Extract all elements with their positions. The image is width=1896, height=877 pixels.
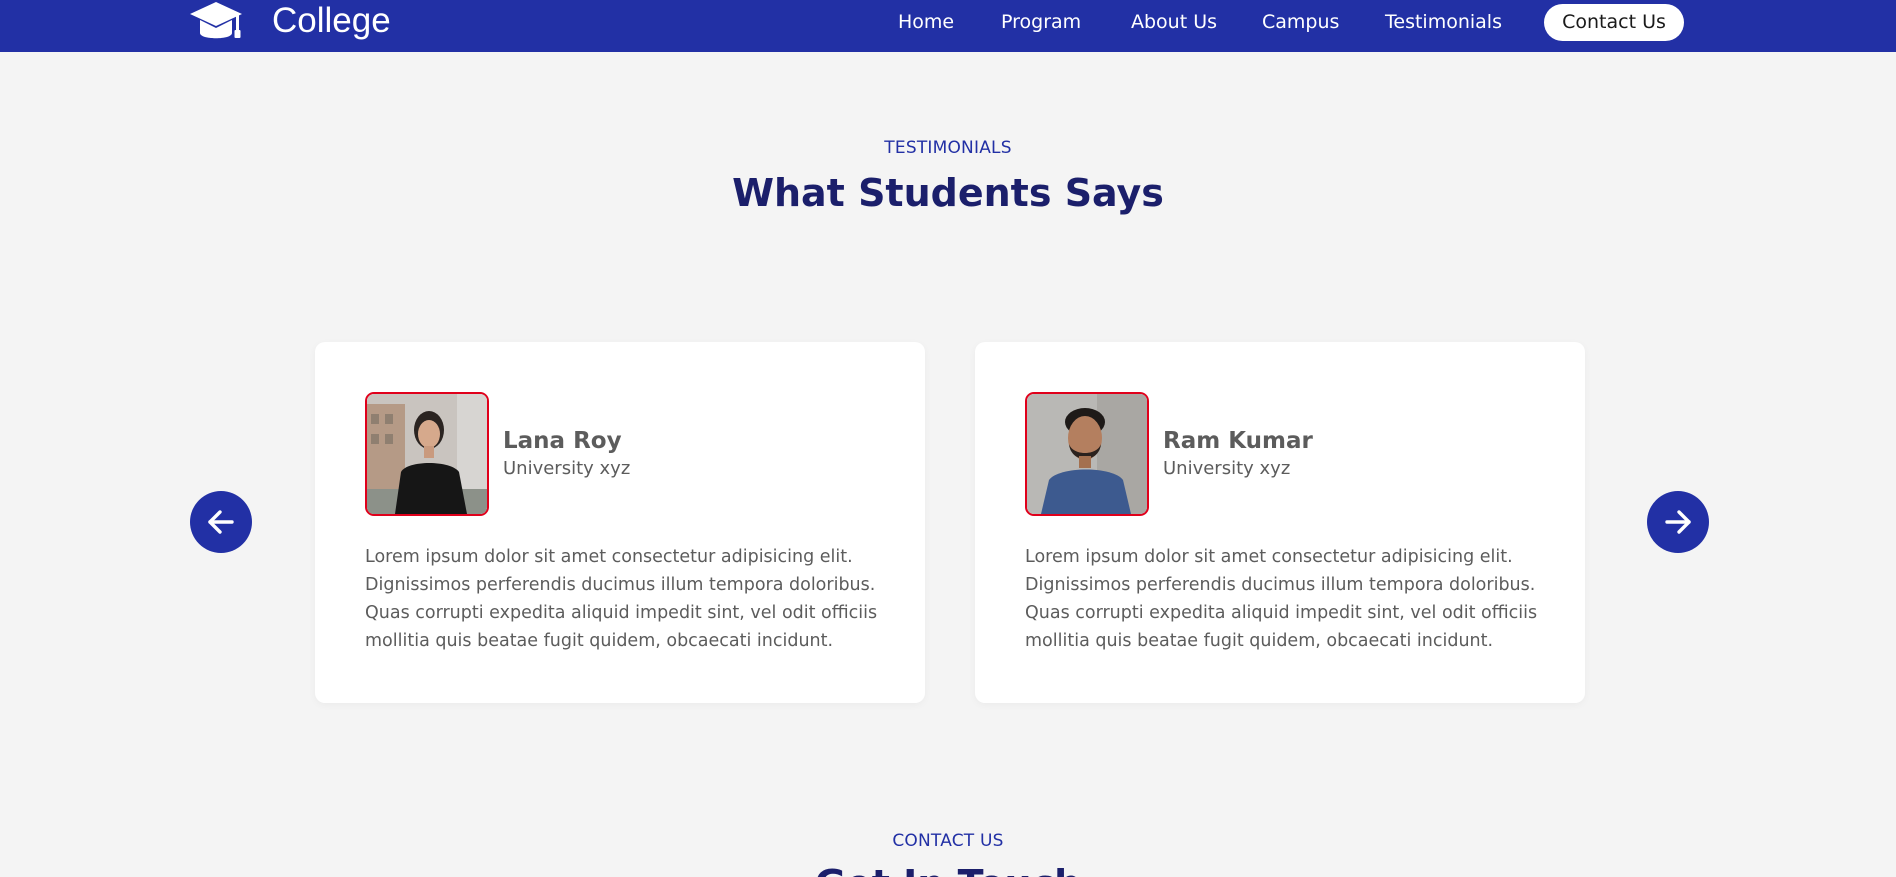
arrow-right-icon [1665, 510, 1691, 534]
testimonials-label: TESTIMONIALS [884, 138, 1012, 158]
nav-link-campus[interactable]: Campus [1262, 11, 1339, 33]
contact-label: CONTACT US [892, 831, 1004, 851]
contact-title: Get In Touch [0, 860, 1896, 877]
next-button[interactable] [1647, 491, 1709, 553]
avatar [1025, 392, 1149, 516]
navbar: College Home Program About Us Campus Tes… [0, 0, 1896, 52]
nav-link-testimonials[interactable]: Testimonials [1385, 11, 1502, 33]
nav-link-home[interactable]: Home [898, 11, 954, 33]
page: College Home Program About Us Campus Tes… [0, 0, 1896, 877]
testimonial-card: Lana Roy University xyz Lorem ipsum dolo… [315, 342, 925, 703]
student-photo-lana-roy [367, 394, 487, 514]
graduation-cap-icon[interactable] [190, 0, 242, 44]
testimonials-title: What Students Says [732, 171, 1164, 215]
avatar [365, 392, 489, 516]
contact-us-button[interactable]: Contact Us [1544, 4, 1684, 41]
arrow-left-icon [208, 510, 234, 534]
testimonial-card: Ram Kumar University xyz Lorem ipsum dol… [975, 342, 1585, 703]
nav-link-about-us[interactable]: About Us [1131, 11, 1217, 33]
nav-link-program[interactable]: Program [1001, 11, 1081, 33]
student-university: University xyz [1163, 458, 1291, 479]
prev-button[interactable] [190, 491, 252, 553]
student-name: Ram Kumar [1163, 428, 1313, 454]
student-university: University xyz [503, 458, 631, 479]
testimonial-text: Lorem ipsum dolor sit amet consectetur a… [1025, 547, 1538, 651]
brand-name[interactable]: College [272, 1, 391, 41]
testimonial-text: Lorem ipsum dolor sit amet consectetur a… [365, 547, 878, 651]
student-photo-ram-kumar [1027, 394, 1147, 514]
student-name: Lana Roy [503, 428, 622, 454]
